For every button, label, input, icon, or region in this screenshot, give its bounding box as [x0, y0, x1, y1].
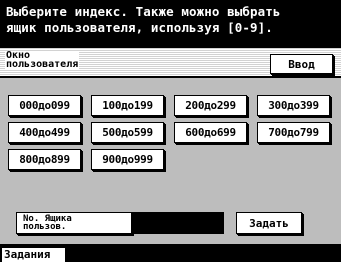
- index-button-800-899[interactable]: 800до899: [8, 149, 81, 170]
- user-box-number-label-2: пользов.: [23, 222, 67, 232]
- user-box-number-field[interactable]: [132, 212, 224, 234]
- index-button-300-399[interactable]: 300до399: [257, 95, 330, 116]
- user-box-index-screen: Выберите индекс. Также можно выбрать ящи…: [0, 0, 341, 262]
- index-button-100-199[interactable]: 100до199: [91, 95, 164, 116]
- instruction-line-1: Выберите индекс. Также можно выбрать: [6, 4, 281, 19]
- tab-jobs[interactable]: Задания: [2, 248, 66, 262]
- index-button-400-499[interactable]: 400до499: [8, 122, 81, 143]
- input-button[interactable]: Ввод: [270, 54, 333, 74]
- user-box-label-line-2: пользователя: [6, 59, 79, 70]
- instruction-line-2: ящик пользователя, используя [0-9].: [6, 20, 273, 35]
- user-box-number-button[interactable]: No. Ящика пользов.: [16, 212, 132, 234]
- user-box-label: Окно пользователя: [5, 51, 80, 70]
- instruction-header: Выберите индекс. Также можно выбрать ящи…: [0, 0, 341, 48]
- index-button-600-699[interactable]: 600до699: [174, 122, 247, 143]
- index-button-200-299[interactable]: 200до299: [174, 95, 247, 116]
- index-button-700-799[interactable]: 700до799: [257, 122, 330, 143]
- index-button-000-099[interactable]: 000до099: [8, 95, 81, 116]
- index-button-900-999[interactable]: 900до999: [91, 149, 164, 170]
- set-button[interactable]: Задать: [236, 212, 302, 234]
- index-button-500-599[interactable]: 500до599: [91, 122, 164, 143]
